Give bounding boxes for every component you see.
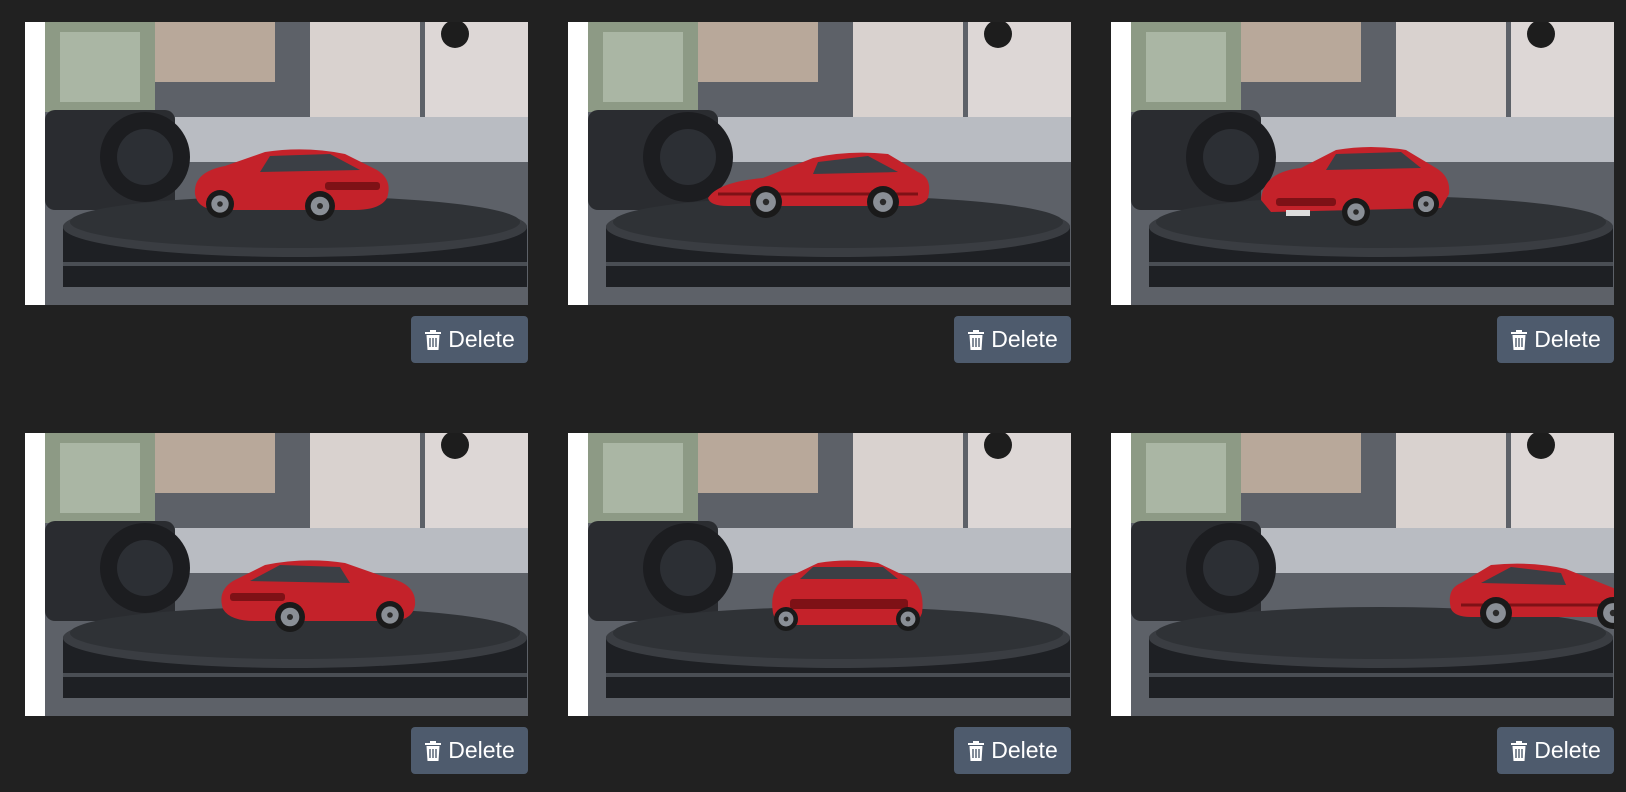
trash-icon: [968, 740, 985, 761]
trash-icon: [425, 329, 442, 350]
gallery-photo[interactable]: [1111, 433, 1614, 716]
gallery-card: Delete: [25, 433, 528, 774]
delete-label: Delete: [991, 326, 1058, 352]
gallery-card: Delete: [25, 22, 528, 363]
delete-button[interactable]: Delete: [954, 316, 1071, 363]
gallery-card: Delete: [1111, 22, 1614, 363]
trash-icon: [968, 329, 985, 350]
gallery-photo[interactable]: [1111, 22, 1614, 305]
gallery-card: Delete: [1111, 433, 1614, 774]
gallery-photo[interactable]: [25, 22, 528, 305]
gallery-photo[interactable]: [568, 433, 1071, 716]
image-gallery: Delete Delete Delete Delete Delete Delet…: [0, 0, 1626, 792]
delete-label: Delete: [448, 737, 515, 763]
delete-label: Delete: [1534, 737, 1601, 763]
delete-button[interactable]: Delete: [1497, 727, 1614, 774]
gallery-card: Delete: [568, 433, 1071, 774]
trash-icon: [425, 740, 442, 761]
gallery-photo[interactable]: [25, 433, 528, 716]
delete-button[interactable]: Delete: [411, 727, 528, 774]
delete-button[interactable]: Delete: [411, 316, 528, 363]
delete-label: Delete: [1534, 326, 1601, 352]
delete-label: Delete: [448, 326, 515, 352]
delete-button[interactable]: Delete: [954, 727, 1071, 774]
delete-button[interactable]: Delete: [1497, 316, 1614, 363]
delete-label: Delete: [991, 737, 1058, 763]
trash-icon: [1511, 740, 1528, 761]
trash-icon: [1511, 329, 1528, 350]
gallery-card: Delete: [568, 22, 1071, 363]
gallery-photo[interactable]: [568, 22, 1071, 305]
